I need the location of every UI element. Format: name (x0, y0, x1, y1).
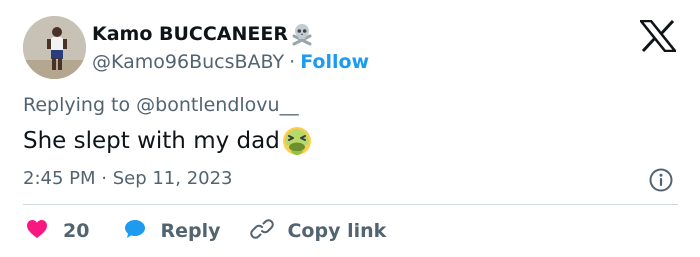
skull-crossbones-icon (290, 22, 314, 46)
reply-context[interactable]: Replying to @bontlendlovu__ (23, 94, 299, 116)
info-icon[interactable] (648, 167, 674, 193)
display-name[interactable]: Kamo BUCCANEER (92, 23, 288, 45)
handle-row: @Kamo96BucsBABY · Follow (92, 49, 369, 75)
name-row: Kamo BUCCANEER (92, 21, 369, 47)
speech-bubble-icon (123, 217, 147, 246)
reply-label: Reply (160, 220, 221, 242)
tweet-card: Kamo BUCCANEER @Kamo96BucsBABY · Follow (0, 0, 700, 257)
link-icon (250, 217, 275, 246)
x-logo-icon[interactable] (639, 19, 677, 53)
tweet-text: She slept with my dad (23, 128, 280, 154)
timestamp[interactable]: 2:45 PM · Sep 11, 2023 (23, 166, 233, 192)
like-count: 20 (63, 220, 90, 242)
author-block: Kamo BUCCANEER @Kamo96BucsBABY · Follow (92, 21, 369, 75)
divider (23, 204, 678, 205)
follow-button[interactable]: Follow (300, 51, 369, 73)
nauseated-face-icon (281, 125, 313, 157)
separator: · (289, 51, 296, 73)
avatar[interactable] (23, 16, 86, 79)
action-bar: 20 Reply Copy link (25, 215, 386, 247)
copy-link-label: Copy link (287, 220, 387, 242)
like-button[interactable]: 20 (25, 217, 89, 246)
handle[interactable]: @Kamo96BucsBABY (92, 51, 284, 73)
copy-link-button[interactable]: Copy link (250, 217, 386, 246)
heart-icon (25, 217, 49, 246)
reply-button[interactable]: Reply (123, 217, 220, 246)
tweet-body: She slept with my dad (23, 123, 313, 159)
